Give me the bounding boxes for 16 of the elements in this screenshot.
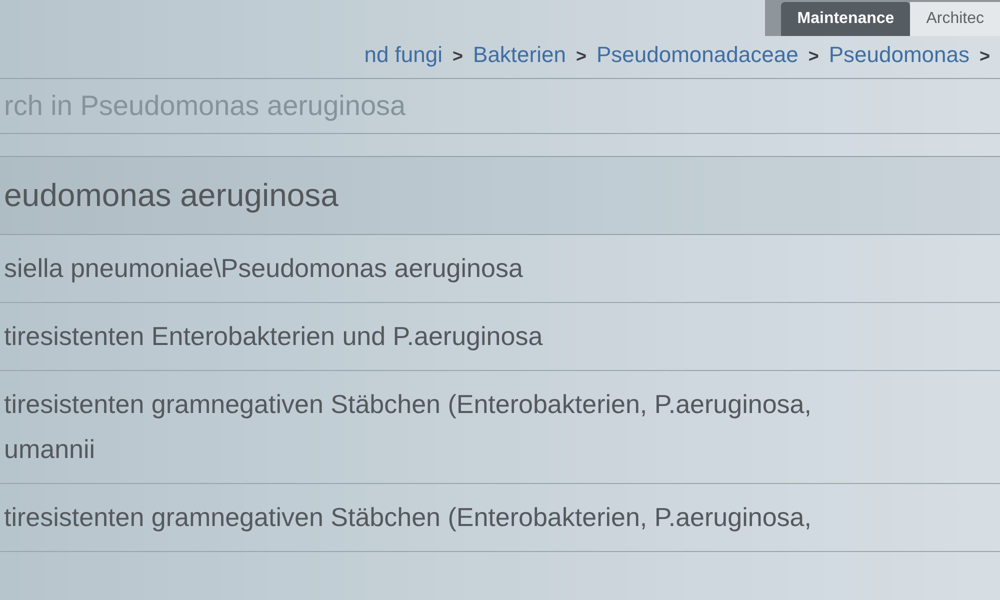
group-header: eudomonas aeruginosa — [0, 156, 1000, 235]
breadcrumb-separator: > — [576, 46, 586, 67]
result-text[interactable]: tiresistenten gramnegativen Stäbchen (Enterobakterien, P.aeruginosa, — [4, 502, 812, 533]
breadcrumb-link[interactable]: nd fungi — [364, 42, 442, 68]
breadcrumb-separator: > — [452, 46, 464, 67]
nav-tab[interactable]: Architec — [910, 2, 1000, 36]
result-text[interactable]: tiresistenten Enterobakterien und P.aeruginosa — [4, 321, 543, 352]
result-text[interactable]: tiresistenten gramnegativen Stäbchen (Enterobakterien, P.aeruginosa, — [4, 389, 812, 420]
nav-tab[interactable]: Maintenance — [781, 2, 910, 36]
breadcrumb-link[interactable]: Pseudomonas — [828, 42, 970, 68]
breadcrumb-separator: > — [979, 46, 990, 67]
breadcrumb-link[interactable]: Bakterien — [473, 42, 566, 68]
result-text[interactable]: siella pneumoniae\Pseudomonas aeruginosa — [4, 253, 523, 284]
result-text[interactable]: umannii — [4, 434, 96, 465]
breadcrumb-link[interactable]: Pseudomonadaceae — [596, 42, 798, 68]
breadcrumb-separator: > — [808, 46, 819, 67]
